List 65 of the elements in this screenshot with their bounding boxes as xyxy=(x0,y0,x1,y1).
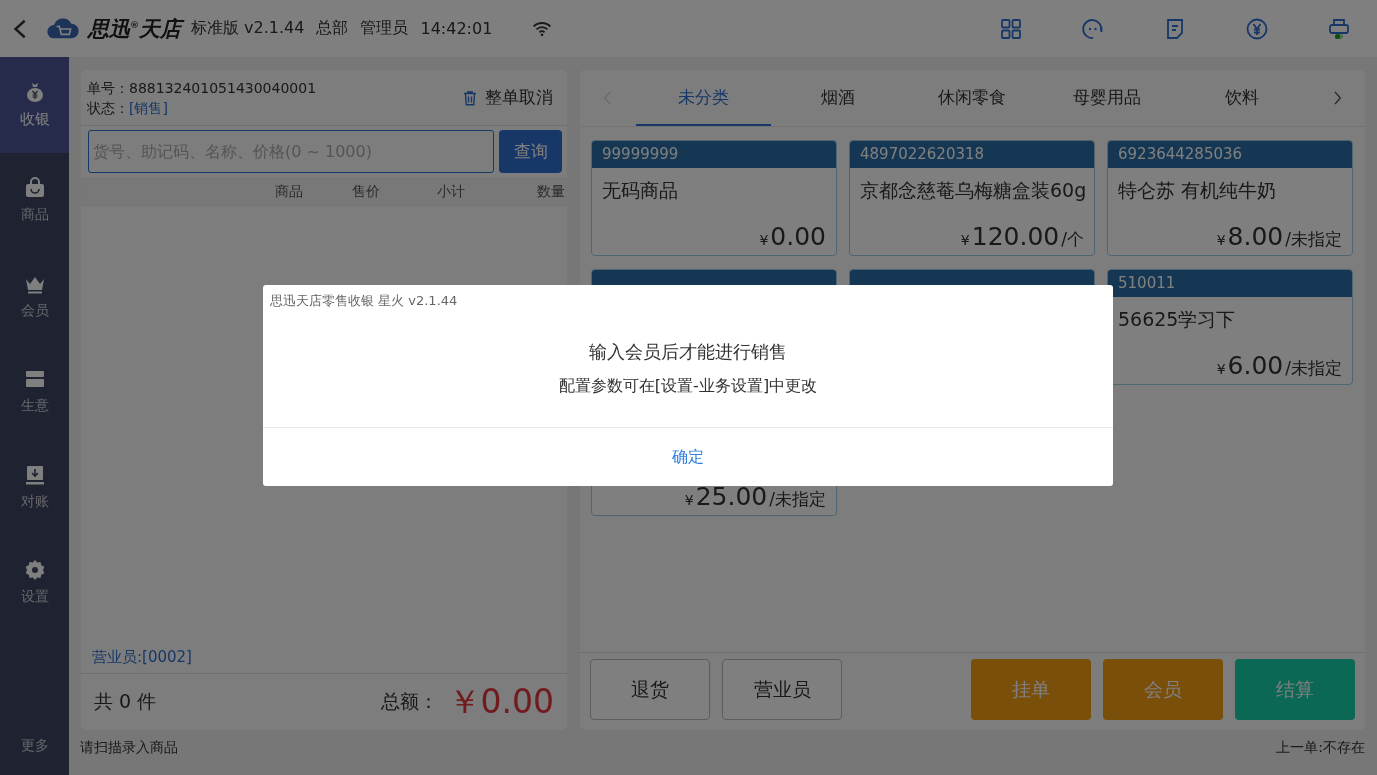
order-status-label: 状态： xyxy=(87,99,129,116)
currency-sign: ¥ xyxy=(684,492,694,508)
branch-label: 总部 xyxy=(316,18,349,39)
currency-sign: ¥ xyxy=(1216,361,1226,377)
currency-sign: ¥ xyxy=(759,232,769,248)
product-name: 特仑苏 有机纯牛奶 xyxy=(1117,178,1278,203)
product-price: 120.00 xyxy=(971,222,1060,251)
product-price: 8.00 xyxy=(1227,222,1284,251)
sidebar-item[interactable]: 设置 xyxy=(0,534,69,630)
cancel-order-button[interactable]: 整单取消 xyxy=(453,82,561,113)
category-tab[interactable]: 未分类 xyxy=(636,70,771,126)
product-price: 0.00 xyxy=(770,222,826,251)
category-tab[interactable]: 休闲零食 xyxy=(905,70,1040,126)
product-code: 510011 xyxy=(1108,270,1352,297)
sidebar-item[interactable]: 生意 xyxy=(0,343,69,439)
salesperson-link[interactable]: 营业员:[0002] xyxy=(92,648,192,667)
role-label: 管理员 xyxy=(360,18,409,39)
column-header: 小计 xyxy=(437,183,465,201)
product-code: 99999999 xyxy=(592,141,836,168)
category-tab[interactable]: 母婴用品 xyxy=(1039,70,1175,126)
product-card[interactable]: 4897022620318 京都念慈菴乌梅糖盒装60g ¥120.00/个 xyxy=(849,140,1095,256)
total-label: 总额： xyxy=(380,689,438,714)
currency-sign: ¥ xyxy=(960,232,970,248)
sidebar-item[interactable]: 会员 xyxy=(0,248,69,344)
sidebar-item[interactable]: 收银 xyxy=(0,57,69,153)
column-header: 数量 xyxy=(537,183,565,201)
product-card[interactable]: 99999999 无码商品 ¥0.00 xyxy=(591,140,837,256)
product-code: 4897022620318 xyxy=(850,141,1094,168)
category-tab[interactable]: 饮料 xyxy=(1174,70,1309,126)
column-header: 售价 xyxy=(352,183,380,201)
sidebar-item[interactable]: 对账 xyxy=(0,439,69,535)
status-hint: 请扫描录入商品 xyxy=(80,738,178,757)
total-amount: ￥0.00 xyxy=(447,680,554,723)
more-button[interactable]: 更多 xyxy=(20,737,49,755)
product-card[interactable]: 510011 56625学习下 ¥6.00/未指定 xyxy=(1107,269,1353,385)
column-header: 商品 xyxy=(275,183,303,201)
price-unit: /个 xyxy=(1061,228,1084,251)
order-status: [销售] xyxy=(129,99,168,116)
clock-time: 14:42:01 xyxy=(420,19,493,38)
printer-icon[interactable] xyxy=(1327,16,1351,41)
price-unit: /未指定 xyxy=(1285,228,1342,251)
grid-icon[interactable] xyxy=(999,16,1023,41)
outline-button[interactable]: 退货 xyxy=(590,659,710,720)
product-price: 6.00 xyxy=(1227,351,1284,380)
item-count: 共 0 件 xyxy=(94,689,157,714)
yuan-icon[interactable] xyxy=(1245,16,1269,41)
last-order-status: 上一单:不存在 xyxy=(1276,738,1365,757)
dialog-title: 思迅天店零售收银 星火 v2.1.44 xyxy=(269,292,459,310)
outline-button[interactable]: 营业员 xyxy=(722,659,842,720)
product-card[interactable]: 6923644285036 特仑苏 有机纯牛奶 ¥8.00/未指定 xyxy=(1107,140,1353,256)
product-name: 56625学习下 xyxy=(1117,307,1237,332)
order-number: 888132401051430040001 xyxy=(129,79,317,96)
product-code: 6923644285036 xyxy=(1108,141,1352,168)
product-name: 无码商品 xyxy=(601,178,679,203)
order-number-label: 单号： xyxy=(87,79,129,96)
price-unit: /未指定 xyxy=(769,488,826,511)
dialog-message: 输入会员后才能进行销售 xyxy=(589,340,787,364)
currency-sign: ¥ xyxy=(1216,232,1226,248)
query-button[interactable]: 查询 xyxy=(499,130,562,173)
product-name: 京都念慈菴乌梅糖盒装60g xyxy=(859,178,1088,203)
edition-label: 标准版 v2.1.44 xyxy=(191,18,305,39)
chat-face-icon[interactable] xyxy=(1081,16,1105,41)
category-tab[interactable]: 烟酒 xyxy=(770,70,906,126)
dialog-note: 配置参数可在[设置-业务设置]中更改 xyxy=(558,376,818,397)
price-unit: /未指定 xyxy=(1285,357,1342,380)
